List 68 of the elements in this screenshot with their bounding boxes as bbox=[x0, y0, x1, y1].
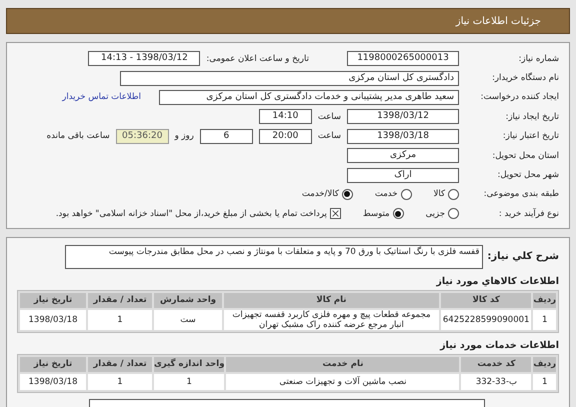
input-field[interactable]: 1198000265000013 bbox=[347, 51, 459, 66]
field-label: شماره نیاز: bbox=[518, 54, 559, 64]
table-cell: مجموعه قطعات پیچ و مهره فلزی کاربرد قفسه تجهیزات انبار مرجع عرضه کننده راک مشبک تهران bbox=[224, 310, 439, 330]
option-label: خدمت bbox=[374, 189, 398, 200]
section-title: اطلاعات کالاهاي مورد نياز bbox=[435, 276, 559, 287]
input-field[interactable]: 20:00 bbox=[258, 128, 312, 144]
field-label: نام دستگاه خریدار: bbox=[491, 73, 559, 84]
column-header: واحد اندازه گیری bbox=[154, 356, 224, 372]
table-cell: 1 bbox=[154, 374, 224, 390]
option-label: کالا bbox=[434, 189, 445, 200]
table-cell: 1 bbox=[533, 310, 556, 330]
column-header: کد خدمت bbox=[461, 356, 532, 372]
input-field[interactable]: سعید طاهری مدیر پشتیبانی و خدمات دادگستری کل استان مرکزی bbox=[159, 90, 459, 105]
field-label: تاریخ اعتبار نیاز: bbox=[502, 131, 559, 142]
column-header: تعداد / مقدار bbox=[88, 356, 152, 372]
field-label: ساعت bbox=[318, 131, 341, 142]
input-field[interactable]: دادگستری کل استان مرکزی bbox=[120, 70, 459, 86]
table-cell: 6425228599090001 bbox=[440, 310, 532, 330]
input-field[interactable]: 6 bbox=[200, 128, 253, 144]
field-label: طبقه بندی موضوعی: bbox=[482, 189, 559, 200]
option-label: کالا/خدمت bbox=[302, 189, 339, 200]
column-header: ردیف bbox=[533, 356, 556, 372]
option-label: جزیی bbox=[426, 208, 445, 219]
column-header: نام خدمت bbox=[226, 356, 460, 372]
radio-button[interactable] bbox=[448, 188, 459, 200]
column-header: تعداد / مقدار bbox=[88, 292, 152, 308]
radio-button[interactable] bbox=[392, 208, 404, 220]
field-label: روز و bbox=[174, 131, 194, 142]
column-header: تاریخ نیاز bbox=[20, 292, 86, 308]
table-cell: 1 bbox=[533, 374, 556, 390]
radio-button[interactable] bbox=[400, 188, 412, 200]
input-field[interactable]: 1398/03/18 bbox=[347, 128, 459, 144]
table-cell: 1 bbox=[88, 374, 152, 390]
table-cell: ب-33-332 bbox=[461, 374, 532, 390]
field-label: ایجاد کننده درخواست: bbox=[480, 92, 559, 102]
table-cell: 1398/03/18 bbox=[20, 374, 86, 390]
field-label: نوع فرآیند خرید : bbox=[498, 208, 559, 219]
field-label: شهر محل تحویل: bbox=[496, 170, 559, 180]
table-cell: 1 bbox=[88, 310, 152, 330]
field-label: تاریخ و ساعت اعلان عمومی: bbox=[206, 54, 309, 64]
column-header: تاریخ نیاز bbox=[20, 356, 86, 372]
field-label: ساعت bbox=[318, 112, 341, 122]
column-header: کد کالا bbox=[440, 292, 532, 308]
field-label: شرح کلي نياز: bbox=[487, 251, 559, 262]
table-cell: نصب ماشین آلات و تجهیزات صنعتی bbox=[226, 374, 460, 390]
contact-link[interactable]: اطلاعات تماس خریدار bbox=[62, 92, 141, 102]
input-field[interactable]: مرکزی bbox=[347, 148, 459, 164]
input-field[interactable]: اراک bbox=[347, 168, 459, 183]
field-label: ساعت باقی مانده bbox=[46, 131, 110, 142]
column-header: نام کالا bbox=[224, 292, 439, 308]
description-box: قفسه فلزی با رنگ استاتیک با ورق 70 و پایه و متعلقات با مونتاژ و نصب در محل مطابق مندرجات پیوست bbox=[65, 244, 484, 269]
input-field[interactable]: 14:10 bbox=[258, 109, 312, 124]
field-label: تاریخ ایجاد نیاز: bbox=[504, 112, 559, 122]
header-title: جزئیات اطلاعات نیاز bbox=[456, 16, 541, 26]
countdown-timer: 05:36:20 bbox=[116, 128, 169, 144]
checkbox[interactable] bbox=[330, 208, 341, 220]
input-field[interactable]: 1398/03/12 - 14:13 bbox=[88, 51, 200, 66]
table-cell: 1398/03/18 bbox=[20, 310, 86, 330]
option-label: پرداخت تمام یا بخشی از مبلغ خرید،از محل "اسناد خزانه اسلامی" خواهد بود. bbox=[56, 208, 327, 219]
option-label: متوسط bbox=[362, 208, 390, 219]
column-header: ردیف bbox=[533, 292, 556, 308]
column-header: واحد شمارش bbox=[154, 292, 222, 308]
section-title: اطلاعات خدمات مورد نياز bbox=[438, 340, 559, 351]
input-field[interactable]: 1398/03/12 bbox=[347, 109, 459, 124]
field-label: استان محل تحویل: bbox=[491, 150, 559, 161]
radio-button[interactable] bbox=[448, 208, 459, 220]
radio-button[interactable] bbox=[342, 188, 353, 200]
table-cell: ست bbox=[154, 310, 222, 330]
